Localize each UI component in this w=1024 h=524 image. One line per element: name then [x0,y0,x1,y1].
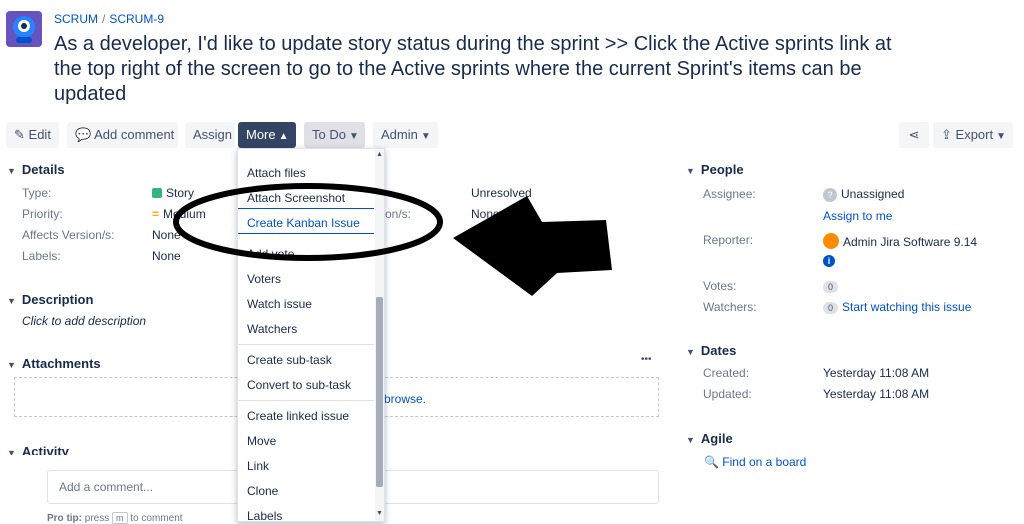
pointer-arrow-icon [453,196,612,296]
annotation-overlay [173,183,612,296]
highlight-ellipse [173,183,443,261]
